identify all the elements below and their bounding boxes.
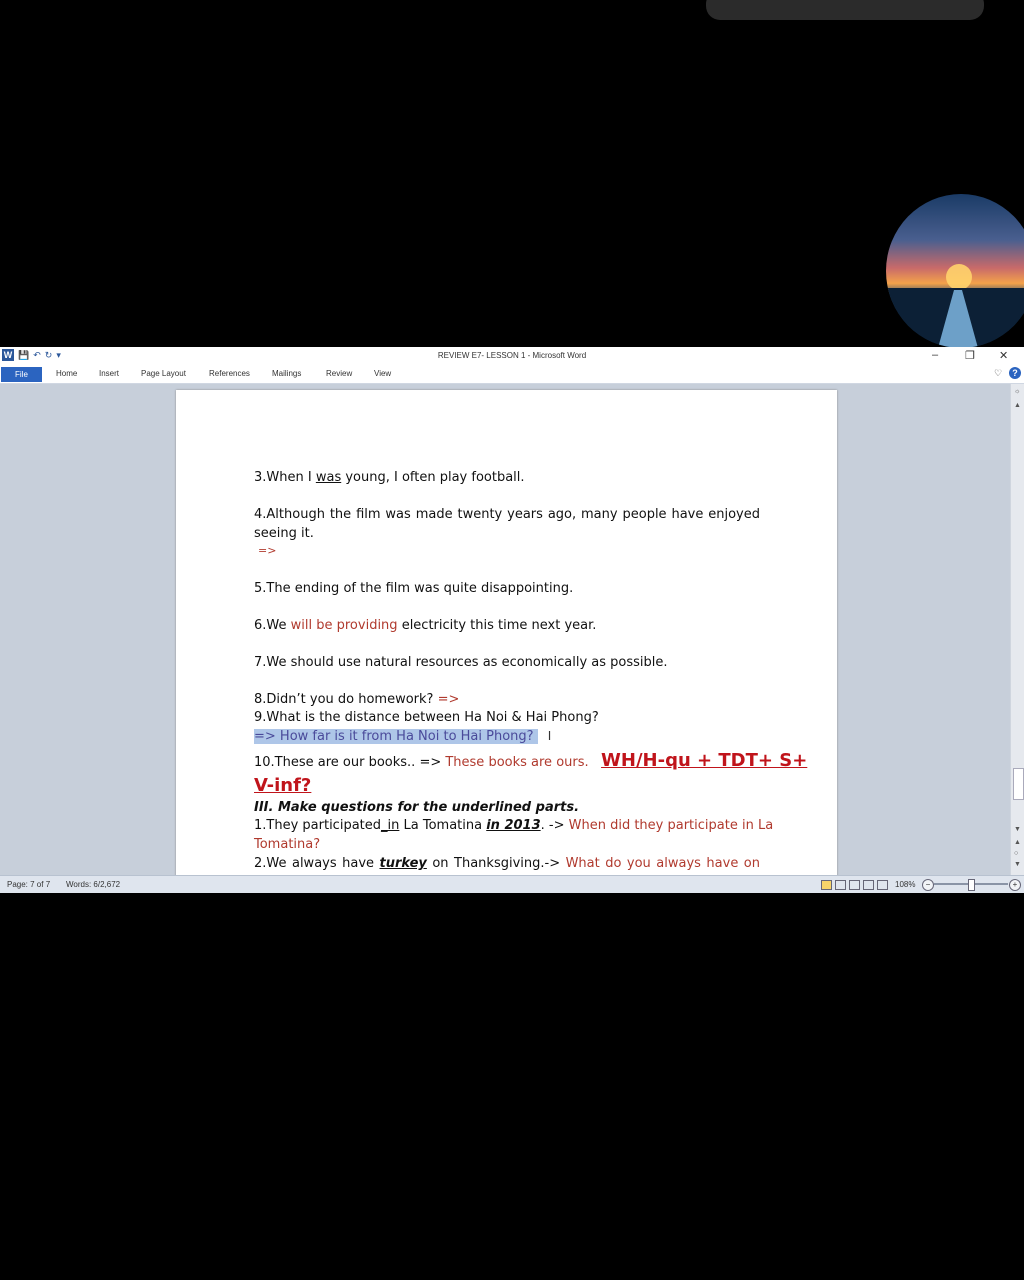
vertical-scrollbar[interactable]: ☼ ▲ ▼ ▲ ○ ▼ bbox=[1010, 384, 1024, 875]
scroll-up-icon[interactable]: ▲ bbox=[1014, 402, 1021, 409]
minimize-icon[interactable]: – bbox=[932, 349, 938, 361]
ruler-toggle-icon[interactable]: ☼ bbox=[1014, 388, 1020, 395]
formula-text: WH/H-qu + TDT+ S+ bbox=[601, 750, 808, 771]
avatar-sun bbox=[946, 264, 972, 290]
draft-view-icon[interactable] bbox=[877, 880, 888, 890]
web-layout-icon[interactable] bbox=[849, 880, 860, 890]
question-line-1b: Tomatina? bbox=[254, 837, 321, 852]
browse-object-icon[interactable]: ○ bbox=[1014, 850, 1018, 857]
print-layout-icon[interactable] bbox=[821, 880, 832, 890]
zoom-in-icon[interactable]: + bbox=[1009, 879, 1021, 891]
word-count[interactable]: Words: 6/2,672 bbox=[66, 880, 120, 889]
question-line-2: 2.We always have turkey on Thanksgiving.… bbox=[254, 856, 760, 871]
zoom-out-icon[interactable]: − bbox=[922, 879, 934, 891]
help-icon[interactable]: ? bbox=[1009, 367, 1021, 379]
formula-text-continued: V-inf? bbox=[254, 775, 312, 796]
screen-share-pill bbox=[706, 0, 984, 20]
ribbon-tabs: File Home Insert Page Layout References … bbox=[0, 365, 1024, 384]
previous-page-icon[interactable]: ▲ bbox=[1014, 839, 1021, 846]
exercise-line-3: 3.When I was young, I often play footbal… bbox=[254, 470, 525, 485]
tab-view[interactable]: View bbox=[374, 369, 391, 378]
exercise-line-6: 6.We will be providing electricity this … bbox=[254, 618, 597, 633]
tab-references[interactable]: References bbox=[209, 369, 250, 378]
restore-icon[interactable]: ❐ bbox=[965, 349, 975, 362]
answer-arrow-4: => bbox=[258, 544, 277, 557]
exercise-line-4a: 4.Although the film was made twenty year… bbox=[254, 507, 760, 522]
next-page-icon[interactable]: ▼ bbox=[1014, 861, 1021, 868]
exercise-line-10: 10.These are our books.. => These books … bbox=[254, 750, 808, 771]
word-window: W 💾 ↶ ↻ ▾ REVIEW E7- LESSON 1 - Microsof… bbox=[0, 347, 1024, 893]
exercise-line-7: 7.We should use natural resources as eco… bbox=[254, 655, 668, 670]
minimize-ribbon-icon[interactable]: ♡ bbox=[994, 368, 1002, 379]
exercise-line-8: 8.Didn’t you do homework? => bbox=[254, 692, 460, 707]
selected-text[interactable]: => How far is it from Ha Noi to Hai Phon… bbox=[254, 729, 538, 744]
title-bar: W 💾 ↶ ↻ ▾ REVIEW E7- LESSON 1 - Microsof… bbox=[0, 347, 1024, 365]
tab-home[interactable]: Home bbox=[56, 369, 77, 378]
exercise-line-4b: seeing it. bbox=[254, 526, 314, 541]
outline-view-icon[interactable] bbox=[863, 880, 874, 890]
zoom-level[interactable]: 108% bbox=[895, 880, 915, 889]
tab-page-layout[interactable]: Page Layout bbox=[141, 369, 186, 378]
exercise-line-5: 5.The ending of the film was quite disap… bbox=[254, 581, 574, 596]
answer-line-9[interactable]: => How far is it from Ha Noi to Hai Phon… bbox=[254, 729, 760, 744]
question-line-1: 1.They participated_in La Tomatina in 20… bbox=[254, 818, 774, 833]
zoom-slider-thumb[interactable] bbox=[968, 879, 975, 891]
document-page[interactable]: 3.When I was young, I often play footbal… bbox=[176, 390, 837, 875]
tab-insert[interactable]: Insert bbox=[99, 369, 119, 378]
presenter-avatar bbox=[886, 194, 1024, 348]
scroll-down-icon[interactable]: ▼ bbox=[1014, 826, 1021, 833]
i-beam-cursor-icon: I bbox=[547, 729, 552, 743]
status-bar: Page: 7 of 7 Words: 6/2,672 108% − + bbox=[0, 875, 1024, 893]
section-heading: III. Make questions for the underlined p… bbox=[254, 800, 580, 815]
page-indicator[interactable]: Page: 7 of 7 bbox=[7, 880, 50, 889]
tab-mailings[interactable]: Mailings bbox=[272, 369, 301, 378]
tab-file[interactable]: File bbox=[1, 367, 42, 382]
document-workspace: 3.When I was young, I often play footbal… bbox=[0, 384, 1010, 875]
close-icon[interactable]: ✕ bbox=[999, 349, 1008, 362]
exercise-line-9: 9.What is the distance between Ha Noi & … bbox=[254, 710, 599, 725]
full-screen-reading-icon[interactable] bbox=[835, 880, 846, 890]
scroll-thumb[interactable] bbox=[1013, 768, 1024, 800]
tab-review[interactable]: Review bbox=[326, 369, 352, 378]
window-title: REVIEW E7- LESSON 1 - Microsoft Word bbox=[437, 351, 587, 360]
